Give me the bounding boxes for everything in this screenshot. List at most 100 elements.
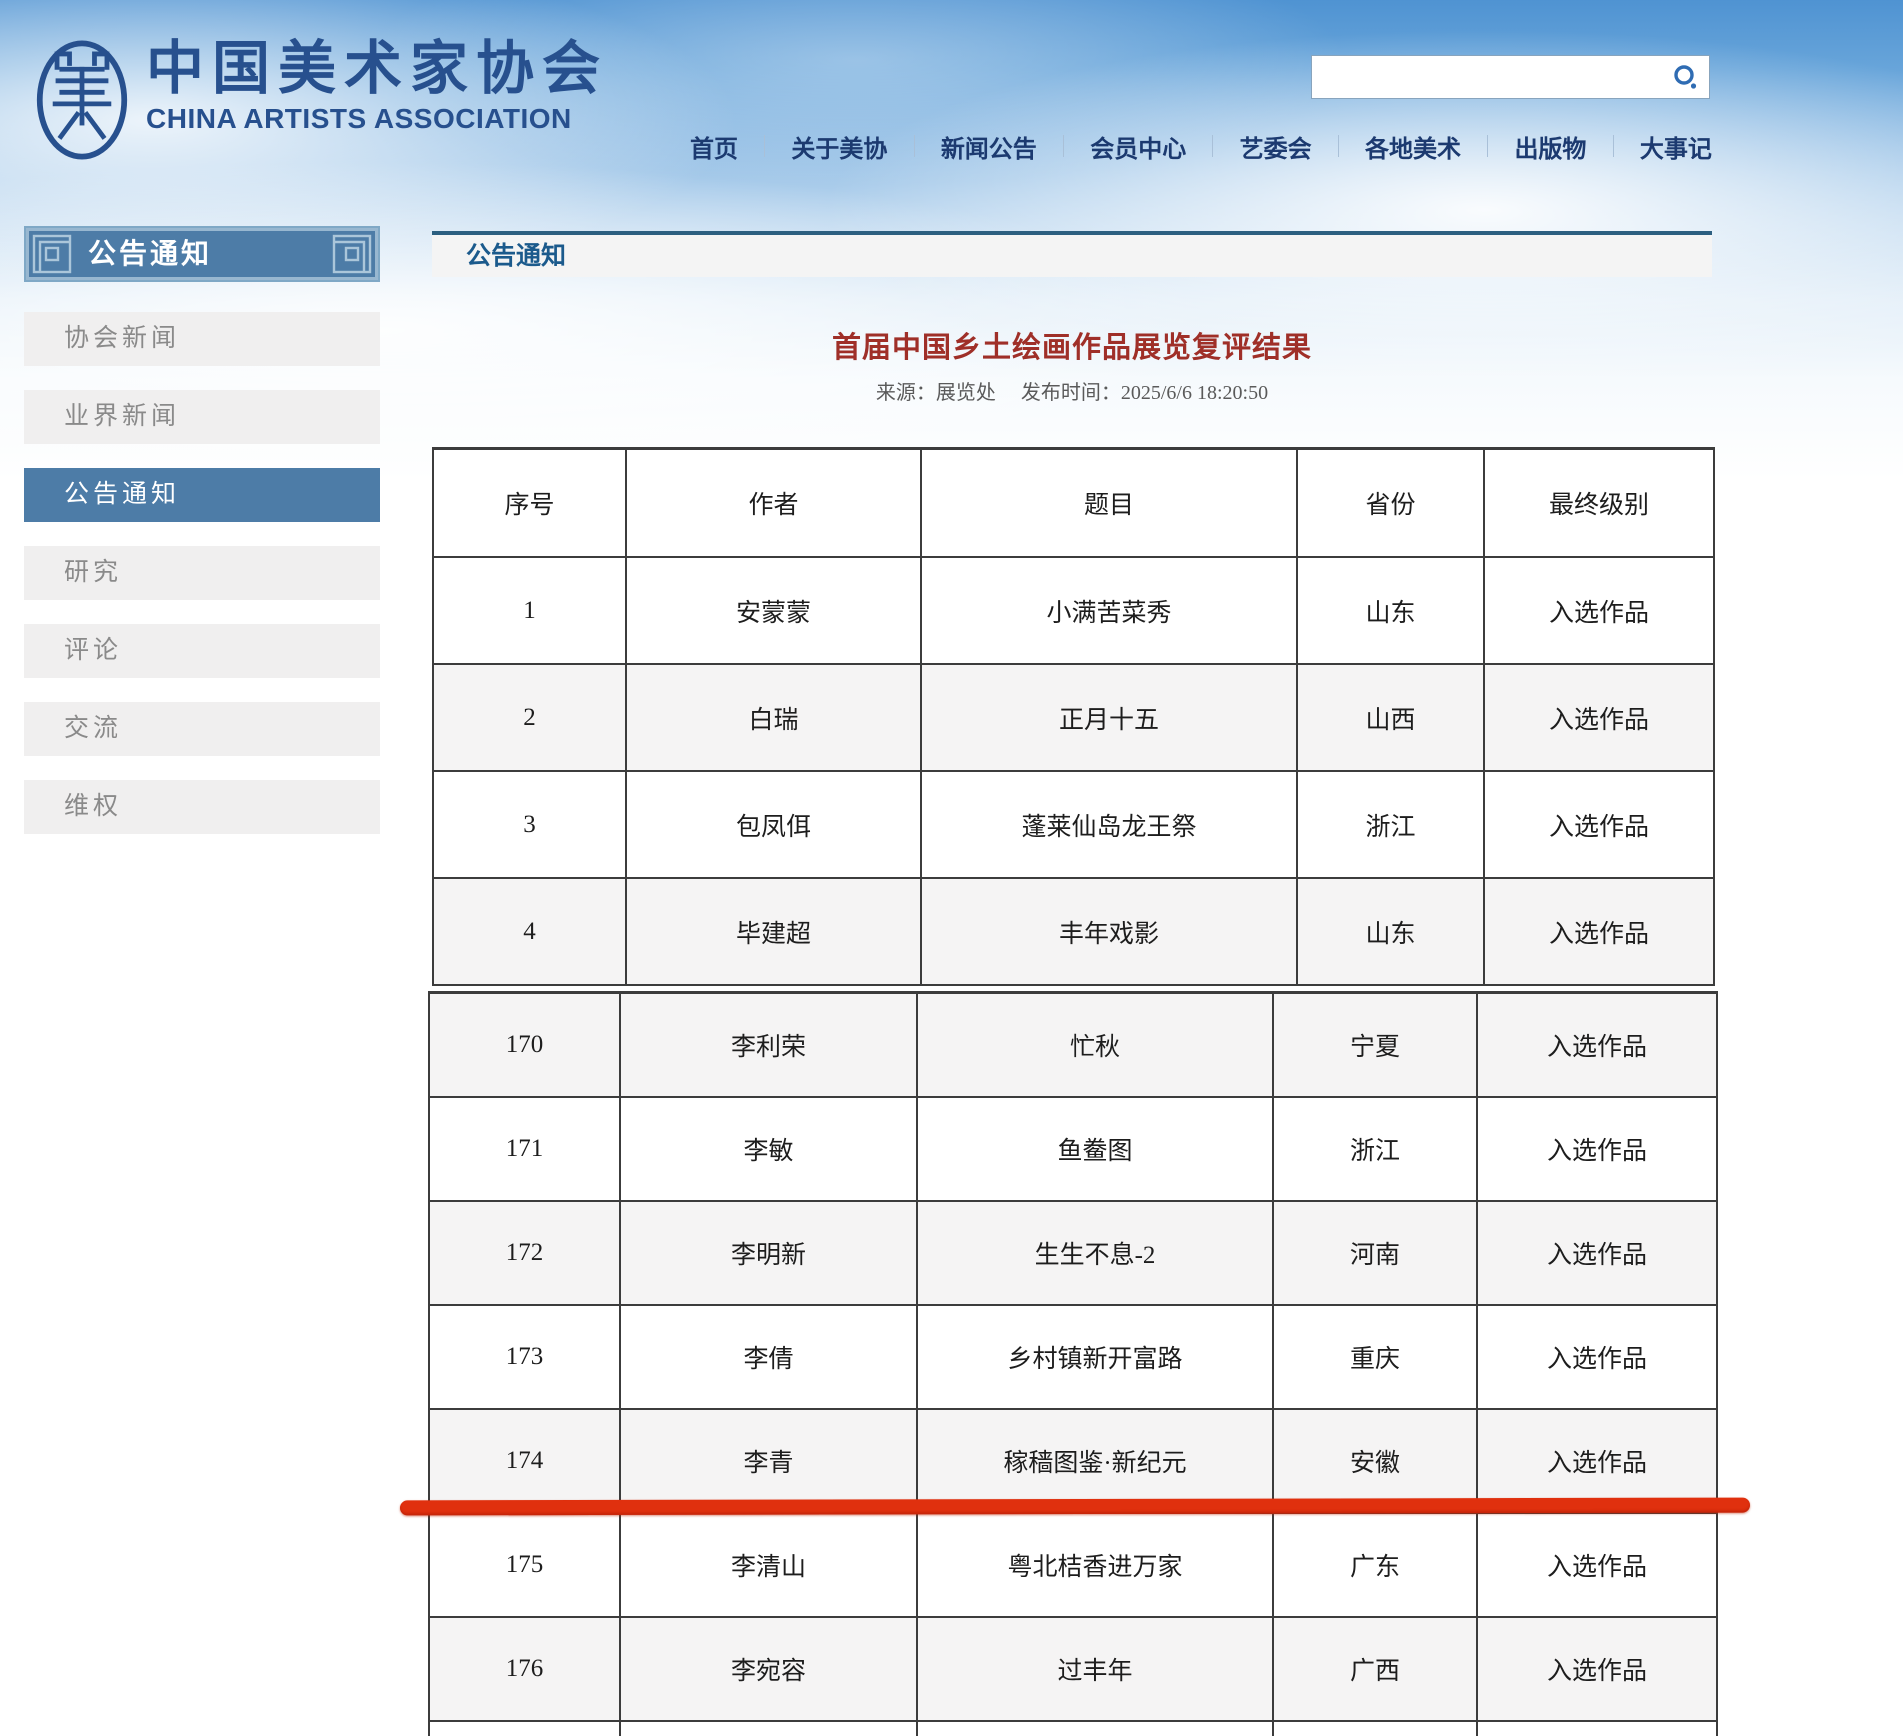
table-row: 172李明新生生不息-2河南入选作品 — [429, 1201, 1717, 1305]
table-cell: 宁夏 — [1273, 993, 1477, 1098]
table-row-partial — [429, 1721, 1717, 1736]
table-cell — [1273, 1721, 1477, 1736]
nav-separator — [1487, 135, 1488, 157]
table-header-row: 序号作者题目省份最终级别 — [433, 449, 1714, 558]
table-cell: 山东 — [1297, 557, 1484, 664]
table-cell: 入选作品 — [1477, 1617, 1717, 1721]
table-cell: 李青 — [620, 1409, 917, 1513]
nav-item-4[interactable]: 艺委会 — [1240, 129, 1312, 164]
sidebar-item-2[interactable]: 公告通知 — [24, 468, 380, 522]
search-icon[interactable] — [1671, 63, 1701, 93]
table-cell: 小满苦菜秀 — [921, 557, 1297, 664]
table-cell: 正月十五 — [921, 664, 1297, 771]
table-cell: 李明新 — [620, 1201, 917, 1305]
main-nav: 首页 关于美协 新闻公告 会员中心 艺委会 各地美术 出版物 大事记 — [690, 128, 1712, 164]
nav-item-1[interactable]: 关于美协 — [791, 129, 887, 164]
table-cell: 蓬莱仙岛龙王祭 — [921, 771, 1297, 878]
article-publish-time: 发布时间：2025/6/6 18:20:50 — [1021, 382, 1268, 404]
nav-separator — [764, 135, 765, 157]
article-source: 来源：展览处 — [876, 382, 996, 404]
article-title: 首届中国乡土绘画作品展览复评结果 — [432, 324, 1712, 366]
site-logo[interactable]: 中国美术家协会 CHINA ARTISTS ASSOCIATION — [34, 36, 608, 164]
nav-item-2[interactable]: 新闻公告 — [941, 129, 1037, 164]
fret-pattern-icon — [31, 233, 73, 275]
table-cell: 安蒙蒙 — [626, 557, 921, 664]
table-row: 3包凤佴蓬莱仙岛龙王祭浙江入选作品 — [433, 771, 1714, 878]
sidebar-title: 公告通知 — [26, 228, 378, 280]
table-cell: 李清山 — [620, 1513, 917, 1617]
table-cell: 175 — [429, 1513, 620, 1617]
table-cell: 174 — [429, 1409, 620, 1513]
table-cell: 毕建超 — [626, 878, 921, 985]
table-cell — [620, 1721, 917, 1736]
results-table-bottom: 170李利荣忙秋宁夏入选作品171李敏鱼鲞图浙江入选作品172李明新生生不息-2… — [428, 991, 1718, 1736]
table-cell: 粤北桔香进万家 — [917, 1513, 1273, 1617]
table-cell: 山东 — [1297, 878, 1484, 985]
table-cell: 入选作品 — [1484, 878, 1714, 985]
nav-item-6[interactable]: 出版物 — [1514, 129, 1586, 164]
table-cell: 乡村镇新开富路 — [917, 1305, 1273, 1409]
table-cell: 生生不息-2 — [917, 1201, 1273, 1305]
table-cell: 1 — [433, 557, 626, 664]
article-meta: 来源：展览处 发布时间：2025/6/6 18:20:50 — [432, 376, 1712, 405]
table-cell: 4 — [433, 878, 626, 985]
page: 中国美术家协会 CHINA ARTISTS ASSOCIATION 首页 关于美协… — [0, 0, 1903, 1736]
table-header-cell: 最终级别 — [1484, 449, 1714, 558]
table-cell: 浙江 — [1273, 1097, 1477, 1201]
nav-separator — [1338, 135, 1339, 157]
table-cell: 河南 — [1273, 1201, 1477, 1305]
sidebar-menu: 协会新闻业界新闻公告通知研究评论交流维权 — [24, 312, 380, 834]
sidebar-item-4[interactable]: 评论 — [24, 624, 380, 678]
nav-item-5[interactable]: 各地美术 — [1365, 129, 1461, 164]
table-cell: 浙江 — [1297, 771, 1484, 878]
table-row: 173李倩乡村镇新开富路重庆入选作品 — [429, 1305, 1717, 1409]
table-cell: 丰年戏影 — [921, 878, 1297, 985]
table-cell: 入选作品 — [1477, 1513, 1717, 1617]
table-cell: 白瑞 — [626, 664, 921, 771]
table-cell: 入选作品 — [1484, 557, 1714, 664]
sidebar-item-1[interactable]: 业界新闻 — [24, 390, 380, 444]
search-box — [1311, 55, 1710, 99]
fret-pattern-icon — [331, 233, 373, 275]
logo-text: 中国美术家协会 CHINA ARTISTS ASSOCIATION — [146, 36, 608, 134]
nav-separator — [914, 135, 915, 157]
table-cell: 入选作品 — [1477, 1097, 1717, 1201]
logo-title-cn: 中国美术家协会 — [146, 36, 608, 102]
breadcrumb: 公告通知 — [432, 235, 1712, 277]
nav-item-3[interactable]: 会员中心 — [1090, 129, 1186, 164]
table-cell: 2 — [433, 664, 626, 771]
nav-item-7[interactable]: 大事记 — [1640, 129, 1712, 164]
table-cell: 173 — [429, 1305, 620, 1409]
table-cell: 山西 — [1297, 664, 1484, 771]
table-cell: 重庆 — [1273, 1305, 1477, 1409]
sidebar-item-5[interactable]: 交流 — [24, 702, 380, 756]
table-cell: 入选作品 — [1484, 664, 1714, 771]
table-cell: 入选作品 — [1477, 1201, 1717, 1305]
table-cell: 广东 — [1273, 1513, 1477, 1617]
table-cell — [429, 1721, 620, 1736]
table-cell: 172 — [429, 1201, 620, 1305]
sidebar-item-3[interactable]: 研究 — [24, 546, 380, 600]
table-cell: 李宛容 — [620, 1617, 917, 1721]
section-bar: 公告通知 — [432, 231, 1712, 277]
nav-item-0[interactable]: 首页 — [690, 129, 738, 164]
table-row: 4毕建超丰年戏影山东入选作品 — [433, 878, 1714, 985]
table-row: 171李敏鱼鲞图浙江入选作品 — [429, 1097, 1717, 1201]
logo-title-en: CHINA ARTISTS ASSOCIATION — [146, 104, 608, 134]
table-header-cell: 省份 — [1297, 449, 1484, 558]
table-cell — [1477, 1721, 1717, 1736]
table-cell: 鱼鲞图 — [917, 1097, 1273, 1201]
table-cell: 入选作品 — [1484, 771, 1714, 878]
table-header-cell: 序号 — [433, 449, 626, 558]
table-cell: 忙秋 — [917, 993, 1273, 1098]
sidebar-item-6[interactable]: 维权 — [24, 780, 380, 834]
table-cell: 176 — [429, 1617, 620, 1721]
table-cell — [917, 1721, 1273, 1736]
search-input[interactable] — [1322, 58, 1666, 96]
caa-emblem-icon — [34, 36, 130, 164]
table-row: 170李利荣忙秋宁夏入选作品 — [429, 993, 1717, 1098]
table-row: 1安蒙蒙小满苦菜秀山东入选作品 — [433, 557, 1714, 664]
table-row: 175李清山粤北桔香进万家广东入选作品 — [429, 1513, 1717, 1617]
nav-separator — [1212, 135, 1213, 157]
sidebar-item-0[interactable]: 协会新闻 — [24, 312, 380, 366]
